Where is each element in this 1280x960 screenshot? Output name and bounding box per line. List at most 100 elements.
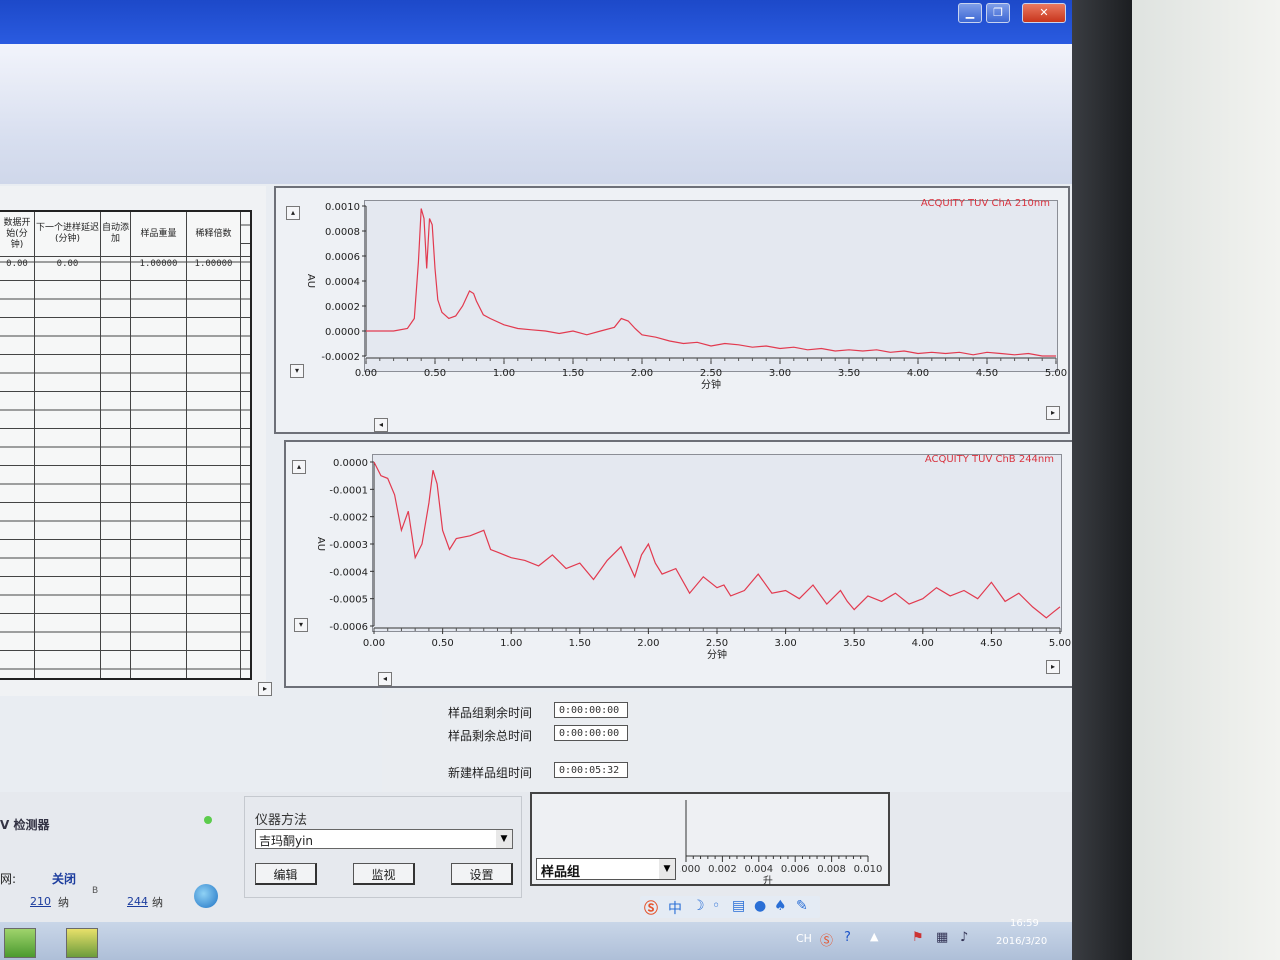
chevron-down-icon[interactable]: ▼ <box>496 830 512 848</box>
chart-title: ACQUITY TUV ChB 244nm <box>925 454 1054 465</box>
lamp-status-icon <box>204 816 212 824</box>
run-status-panel: 样品组剩余时间 0:00:00:00 样品剩余总时间 0:00:00:00 新建… <box>382 692 640 792</box>
chart-title: ACQUITY TUV ChA 210nm <box>921 198 1050 209</box>
x-tick-label: 5.00 <box>1049 638 1071 649</box>
scroll-right-button[interactable]: ▸ <box>1046 406 1060 420</box>
ime-toolbar[interactable]: Ⓢ 中 ☽ ◦ ▤ ● ♠ ✎ <box>640 896 820 918</box>
expand-tray-icon[interactable]: ▲ <box>870 930 878 943</box>
minimize-button[interactable]: ▁ <box>958 3 982 23</box>
y-tick-label: -0.0006 <box>329 622 368 633</box>
x-tick-label: 1.00 <box>493 368 515 379</box>
taskbar: CH Ⓢ ? ▲ ⚑ ▦ ♪ 16:59 2016/3/20 <box>0 918 1072 960</box>
zoom-up-button[interactable]: ▴ <box>286 206 300 220</box>
sogou-icon[interactable]: Ⓢ <box>644 898 658 918</box>
user-icon[interactable]: ● <box>754 898 766 914</box>
x-tick-label: 0.50 <box>424 368 446 379</box>
scroll-left-button[interactable]: ◂ <box>378 672 392 686</box>
column-header[interactable]: 下一个进样延迟(分钟) <box>35 212 100 256</box>
selected-value: 样品组 <box>541 865 581 880</box>
y-tick-label: 0.0008 <box>325 227 360 238</box>
header-banner <box>0 44 1072 184</box>
zoom-down-button[interactable]: ▾ <box>294 618 308 632</box>
x-tick-label: 1.50 <box>569 638 591 649</box>
zoom-down-button[interactable]: ▾ <box>290 364 304 378</box>
help-icon[interactable]: ? <box>844 930 851 945</box>
sample-table[interactable]: 数据开始(分钟) 下一个进样延迟(分钟) 自动添加 样品重量 稀释倍数 0.00… <box>0 210 252 680</box>
flag-icon[interactable]: ⚑ <box>912 930 924 945</box>
x-tick-label: 3.50 <box>838 368 860 379</box>
x-tick-label: 3.00 <box>769 368 791 379</box>
column-header[interactable]: 样品重量 <box>131 212 186 256</box>
x-tick-label: 0.00 <box>355 368 377 379</box>
y-tick-label: -0.0002 <box>329 513 368 524</box>
app-icon[interactable] <box>66 928 98 958</box>
volume-axis: 0.000 0.002 0.004 0.006 0.008 0.010 升 <box>680 800 882 887</box>
chevron-down-icon[interactable]: ▼ <box>659 859 675 879</box>
close-button[interactable]: ✕ <box>1022 3 1066 23</box>
lamp-row-label: 网: <box>0 872 17 886</box>
punctuation-icon[interactable]: ◦ <box>712 898 720 914</box>
x-tick-label: 4.00 <box>907 368 929 379</box>
ime-language[interactable]: 中 <box>668 898 682 918</box>
series-line <box>366 208 1056 357</box>
channel-b-label: B <box>92 886 99 896</box>
table-cell[interactable]: 1.00000 <box>187 259 240 275</box>
clock-date[interactable]: 2016/3/20 <box>996 936 1047 947</box>
moon-icon[interactable]: ☽ <box>692 898 705 914</box>
monitor-button[interactable]: 监视 <box>353 863 415 885</box>
wavelength-a-link[interactable]: 210 <box>30 895 51 908</box>
y-tick-label: 0.0006 <box>325 252 360 263</box>
edit-button[interactable]: 编辑 <box>255 863 317 885</box>
chromatogram-chart-a: 0.0010 0.0008 0.0006 0.0004 0.0002 0.0000 -0.0… <box>305 198 1067 391</box>
sogou-tray-icon[interactable]: Ⓢ <box>820 930 833 949</box>
scroll-left-button[interactable]: ◂ <box>374 418 388 432</box>
sample-group-panel: 样品组 ▼ 0.000 0.002 0.004 0.006 0.008 0.010 升 <box>530 792 890 887</box>
scroll-right-button[interactable]: ▸ <box>258 682 272 696</box>
chromatogram-panel-a: 0.0010 0.0008 0.0006 0.0004 0.0002 0.0000 -0.0… <box>274 186 1070 434</box>
wrench-icon[interactable]: ✎ <box>796 898 808 914</box>
column-header[interactable]: 数据开始(分钟) <box>0 212 34 256</box>
y-tick-label: -0.0005 <box>329 595 368 606</box>
y-tick-label: -0.0002 <box>321 352 360 363</box>
table-cell[interactable] <box>101 259 130 275</box>
app-icon[interactable] <box>4 928 36 958</box>
instrument-method-group: 仪器方法 吉玛酮yin ▼ 编辑 监视 设置 <box>244 796 522 898</box>
scroll-right-button[interactable]: ▸ <box>1046 660 1060 674</box>
x-tick-label: 5.00 <box>1045 368 1067 379</box>
x-tick-label: 1.50 <box>562 368 584 379</box>
x-tick-label: 4.50 <box>976 368 998 379</box>
lamp-state[interactable]: 关闭 <box>52 870 76 887</box>
label: 样品剩余总时间 <box>448 729 533 743</box>
x-tick-label: 0.50 <box>431 638 453 649</box>
language-indicator[interactable]: CH <box>796 932 812 945</box>
time-field: 0:00:00:00 <box>554 702 628 718</box>
network-icon[interactable]: ▦ <box>936 930 948 945</box>
zoom-up-button[interactable]: ▴ <box>292 460 306 474</box>
y-tick-label: -0.0001 <box>329 485 368 496</box>
x-axis-label: 分钟 <box>707 648 727 661</box>
column-header[interactable]: 自动添加 <box>101 212 130 256</box>
instrument-method-label: 仪器方法 <box>255 813 308 828</box>
volume-icon[interactable]: ♪ <box>960 930 968 945</box>
y-tick-label: 0.0004 <box>325 277 360 288</box>
wavelength-b-link[interactable]: 244 <box>127 895 148 908</box>
column-header[interactable]: 稀释倍数 <box>187 212 240 256</box>
instrument-method-select[interactable]: 吉玛酮yin ▼ <box>255 829 513 849</box>
clock-time[interactable]: 16:59 <box>1010 918 1039 929</box>
series-line <box>373 461 1061 619</box>
table-cell[interactable]: 0.00 <box>0 259 34 275</box>
x-tick-label: 1.00 <box>500 638 522 649</box>
skin-icon[interactable]: ♠ <box>774 898 787 914</box>
globe-icon[interactable] <box>194 884 218 908</box>
unit-label: 纳 <box>58 896 69 909</box>
volume-unit-label: 升 <box>763 875 773 887</box>
table-cell[interactable]: 1.00000 <box>131 259 186 275</box>
chromatogram-panel-b: 0.0000 -0.0001 -0.0002 -0.0003 -0.0004 -0.000… <box>284 440 1072 688</box>
volume-tick-label: 0.008 <box>817 864 846 875</box>
sample-group-select[interactable]: 样品组 ▼ <box>536 858 676 880</box>
table-cell[interactable]: 0.00 <box>35 259 100 275</box>
keyboard-icon[interactable]: ▤ <box>732 898 745 914</box>
restore-button[interactable]: ❐ <box>986 3 1010 23</box>
settings-button[interactable]: 设置 <box>451 863 513 885</box>
x-tick-label: 2.00 <box>631 368 653 379</box>
